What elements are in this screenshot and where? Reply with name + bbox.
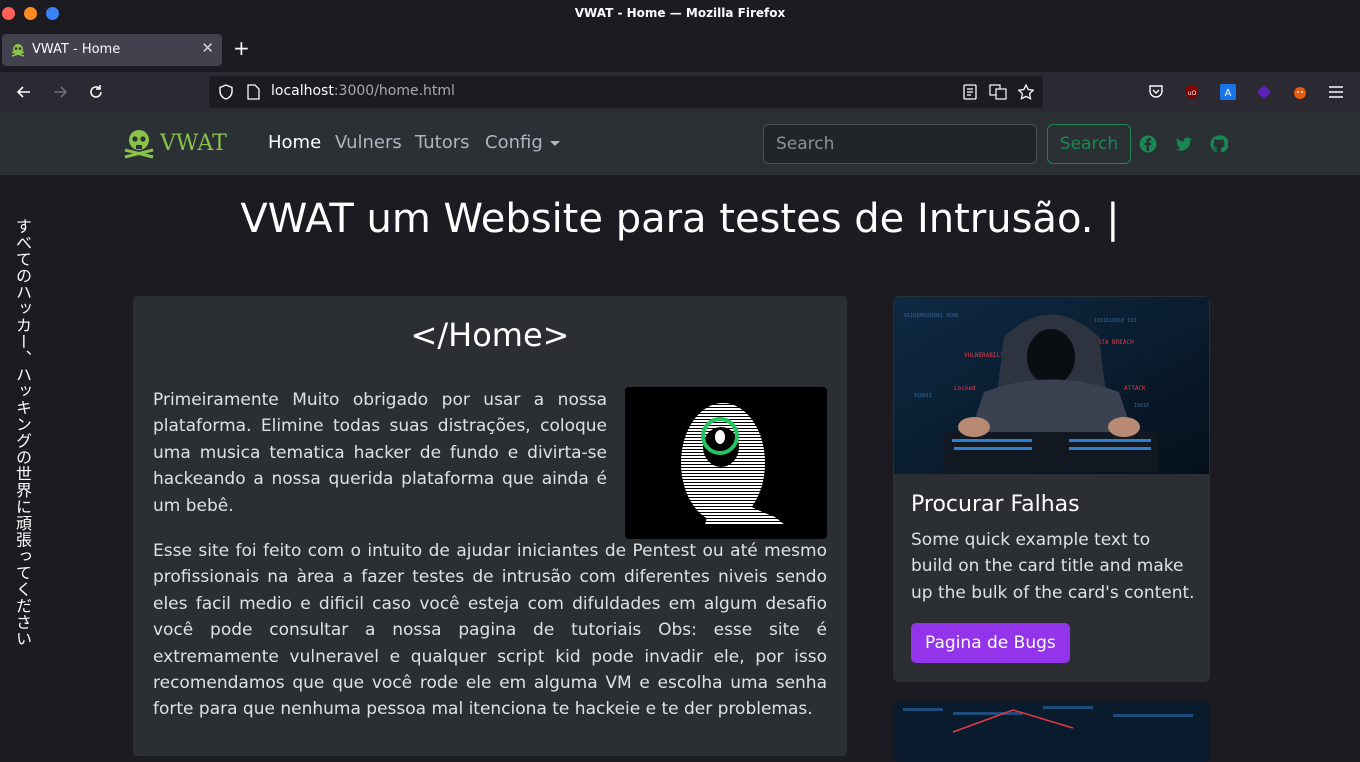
svg-text:uO: uO: [1188, 90, 1197, 97]
tab-bar: VWAT - Home ✕ +: [0, 28, 1360, 72]
forward-icon[interactable]: [48, 80, 72, 104]
bookmark-star-icon[interactable]: [1017, 83, 1035, 101]
url-host: localhost: [271, 83, 334, 99]
facebook-icon[interactable]: [1139, 135, 1157, 153]
shield-icon[interactable]: [217, 83, 235, 101]
caret-down-icon: [549, 140, 560, 146]
svg-text:10010: 10010: [1134, 403, 1149, 409]
nav-tutors[interactable]: Tutors: [415, 132, 470, 153]
skull-logo-icon: [124, 130, 154, 159]
github-icon[interactable]: [1210, 135, 1228, 153]
search-input[interactable]: [763, 124, 1037, 164]
card-image-label: DATA BREACH: [1094, 339, 1134, 346]
svg-text:010011: 010011: [914, 393, 932, 399]
tab-title: VWAT - Home: [32, 42, 121, 57]
card-image-label: ATTACK: [1124, 385, 1146, 392]
page-info-icon[interactable]: [244, 83, 262, 101]
wappalyzer-icon[interactable]: [1252, 80, 1276, 104]
tab-close-icon[interactable]: ✕: [201, 39, 214, 57]
bugs-card: 0110100101011 0100 1011010010 110 010011…: [893, 296, 1210, 682]
reload-icon[interactable]: [84, 80, 108, 104]
nav-config-dropdown[interactable]: Config: [485, 132, 560, 153]
browser-toolbar: localhost:3000/home.html uO A: [0, 72, 1360, 112]
search-button[interactable]: Search: [1047, 124, 1131, 164]
back-icon[interactable]: [12, 80, 36, 104]
vertical-japanese-text: すべてのハッカー、ハッキングの世界に頑張ってください: [13, 218, 32, 647]
menu-hamburger-icon[interactable]: [1324, 80, 1348, 104]
reader-view-icon[interactable]: [961, 83, 979, 101]
svg-text:0110100101011 0100: 0110100101011 0100: [904, 313, 958, 319]
hacker-keyboard-image: 0110100101011 0100 1011010010 110 010011…: [894, 297, 1209, 474]
pocket-icon[interactable]: [1144, 80, 1168, 104]
url-bar[interactable]: localhost:3000/home.html: [209, 76, 1043, 108]
home-card: </Home> Primeiramente Muito obrigado por…: [133, 296, 847, 756]
url-path: :3000/home.html: [333, 83, 455, 99]
card-title: Procurar Falhas: [911, 492, 1080, 517]
twitter-icon[interactable]: [1175, 135, 1193, 153]
browser-tab[interactable]: VWAT - Home ✕: [2, 34, 222, 66]
new-tab-icon[interactable]: +: [233, 37, 250, 59]
window-title: VWAT - Home — Mozilla Firefox: [574, 6, 786, 20]
brand[interactable]: VWAT: [122, 126, 227, 160]
about-paragraph: Esse site foi feito com o intuito de aju…: [153, 541, 827, 720]
url-text[interactable]: localhost:3000/home.html: [271, 83, 455, 99]
hero-title: VWAT um Website para testes de Intrusão.…: [240, 196, 1120, 242]
card-image-label: Locked: [954, 385, 976, 392]
home-heading: </Home>: [410, 316, 570, 354]
svg-text:A: A: [1225, 88, 1232, 99]
translate-extension-icon[interactable]: A: [1216, 80, 1240, 104]
svg-text:1011010010 110: 1011010010 110: [1094, 318, 1136, 324]
foxyproxy-icon[interactable]: [1288, 80, 1312, 104]
bugs-page-button[interactable]: Pagina de Bugs: [911, 623, 1070, 663]
ublock-origin-icon[interactable]: uO: [1180, 80, 1204, 104]
intro-paragraph: Primeiramente Muito obrigado por usar a …: [153, 390, 607, 516]
nav-home[interactable]: Home: [268, 132, 321, 153]
site-navbar: VWAT Home Vulners Tutors Config Search: [0, 112, 1360, 175]
window-titlebar: VWAT - Home — Mozilla Firefox: [0, 0, 1360, 28]
hacker-skull-image: [625, 387, 827, 539]
second-card-image: [893, 702, 1210, 762]
nav-config-label: Config: [485, 132, 543, 153]
translate-icon[interactable]: [989, 83, 1007, 101]
nav-vulners[interactable]: Vulners: [335, 132, 402, 153]
skull-favicon-icon: [11, 44, 25, 57]
card-text: Some quick example text to build on the …: [911, 530, 1195, 603]
brand-name: VWAT: [160, 130, 227, 156]
